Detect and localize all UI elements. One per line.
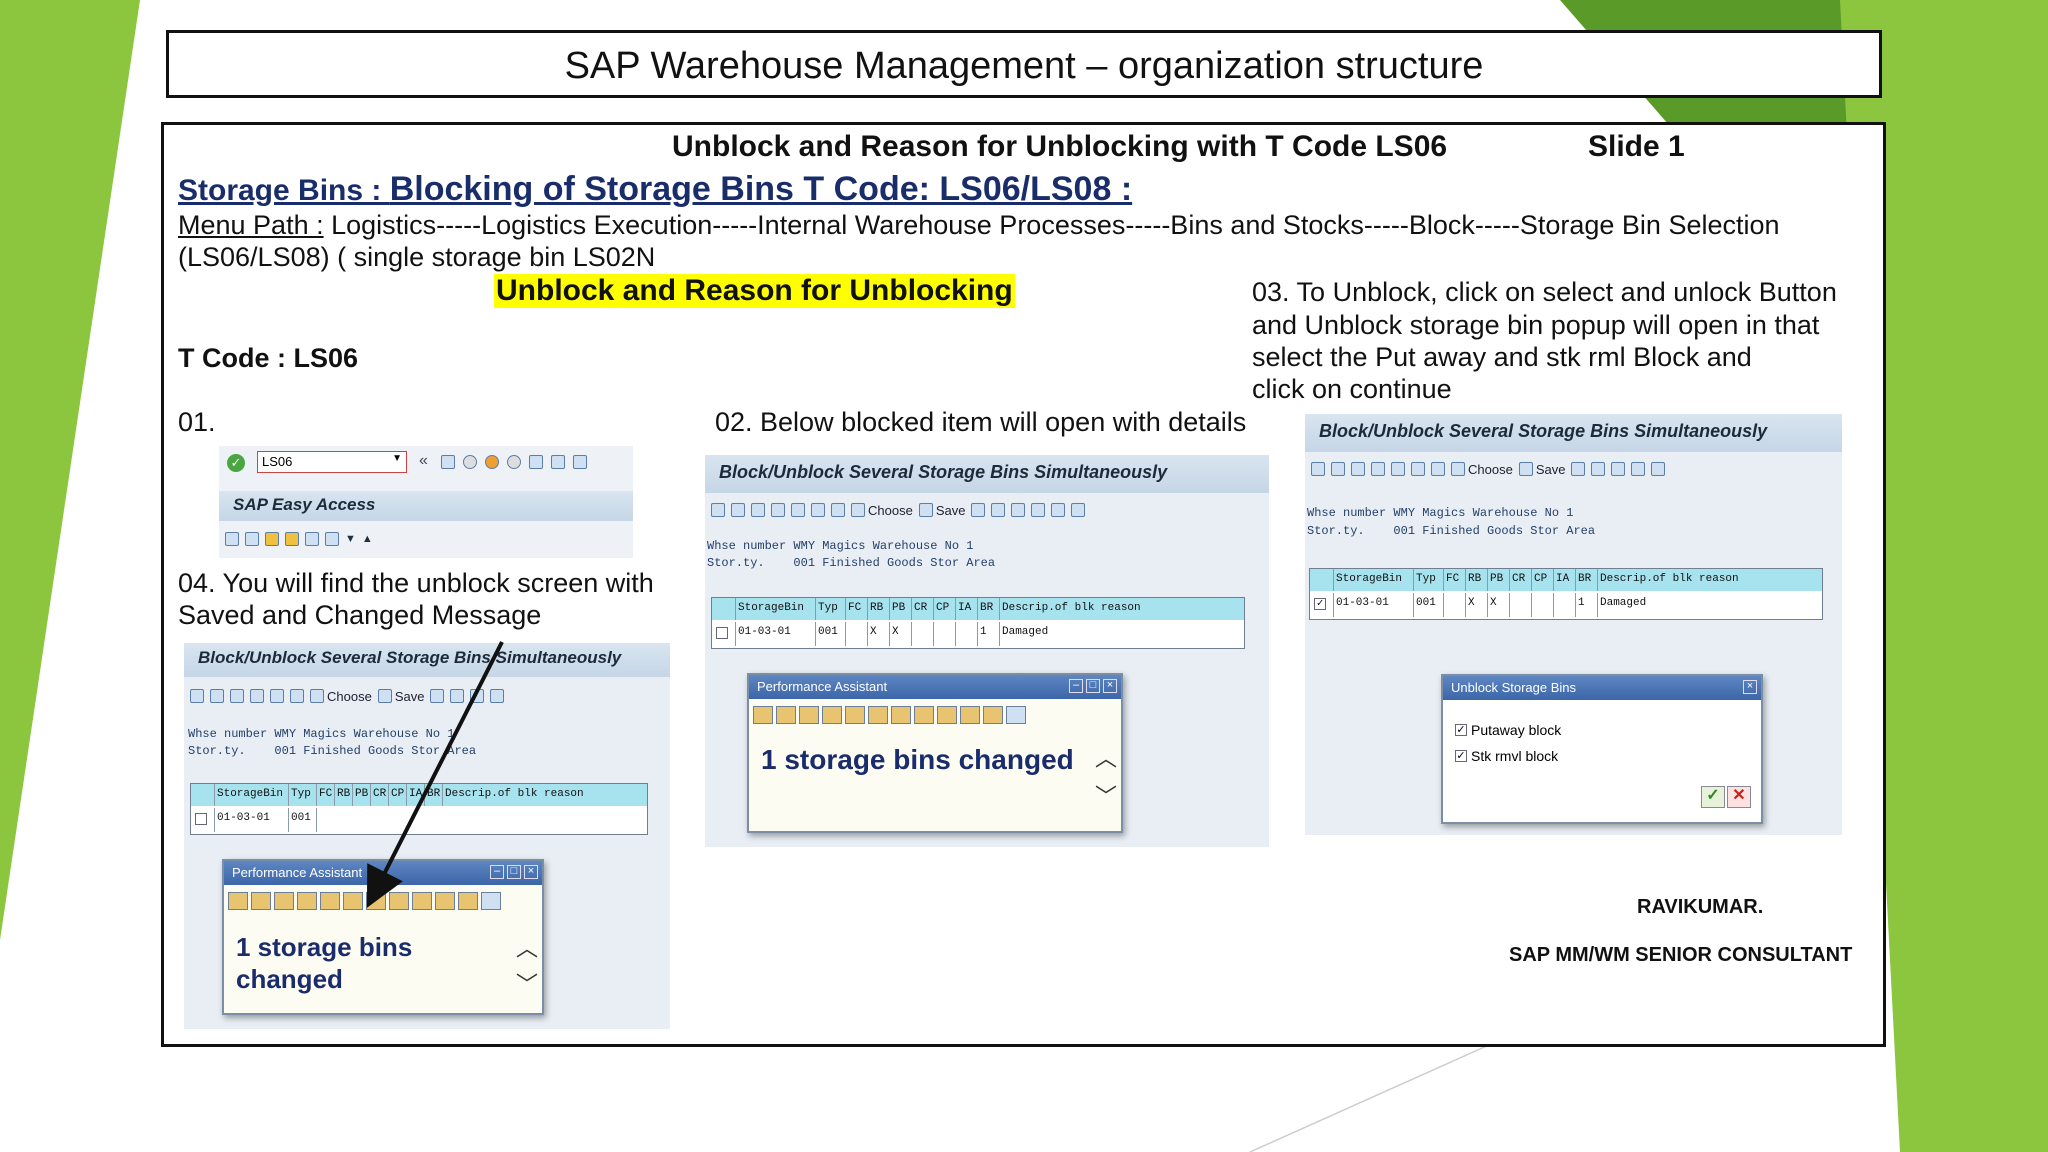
- author-role: SAP MM/WM SENIOR CONSULTANT: [1509, 944, 1853, 966]
- arrow-annotation-layer: [366, 641, 504, 908]
- pointer-arrow: [366, 641, 504, 908]
- author-name: RAVIKUMAR.: [1637, 896, 1764, 918]
